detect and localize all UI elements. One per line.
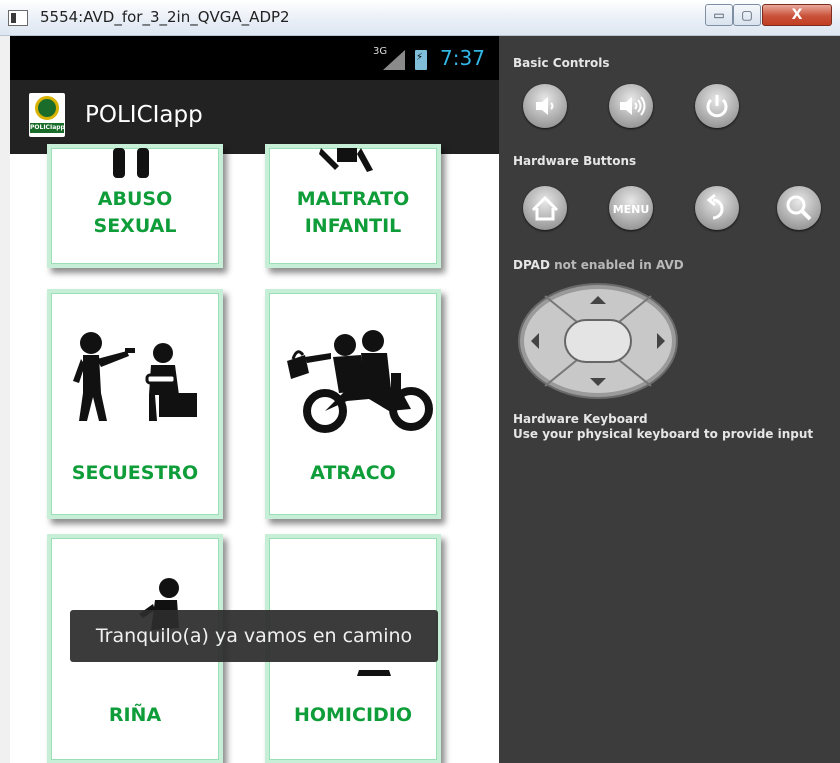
police-seal-icon <box>35 96 59 120</box>
home-icon <box>531 195 559 221</box>
window-title: 5554:AVD_for_3_2in_QVGA_ADP2 <box>40 8 290 26</box>
incident-grid: ABUSO SEXUAL MALTRATO INFANTIL SECUESTRO… <box>10 144 499 763</box>
basic-controls-title: Basic Controls <box>513 56 610 70</box>
power-icon <box>706 95 728 118</box>
power-button[interactable] <box>695 84 739 128</box>
volume-up-icon <box>620 96 646 116</box>
tile-label: ATRACO <box>310 462 396 484</box>
emulator-controls-panel: Basic Controls Hardware Buttons MENU DPA… <box>499 36 840 763</box>
menu-button[interactable]: MENU <box>609 186 653 230</box>
volume-up-button[interactable] <box>609 84 653 128</box>
logo-wordmark: POLICIapp <box>30 123 65 133</box>
keyboard-title: Hardware Keyboard <box>513 412 648 426</box>
window-titlebar: 5554:AVD_for_3_2in_QVGA_ADP2 ▭ ▢ X <box>0 0 840 36</box>
robbery-motorcycle-pictogram-icon <box>287 330 433 433</box>
tile-maltrato-infantil[interactable]: MALTRATO INFANTIL <box>265 144 441 268</box>
volume-down-button[interactable] <box>523 84 567 128</box>
tile-label: RIÑA <box>108 704 162 726</box>
tile-label: SECUESTRO <box>71 462 199 484</box>
back-button[interactable] <box>695 186 739 230</box>
battery-charging-icon <box>415 50 427 70</box>
window-left-border <box>0 36 10 763</box>
dpad-label: DPAD <box>513 258 550 272</box>
tile-label: ABUSO SEXUAL <box>93 188 177 237</box>
volume-down-icon <box>536 97 554 115</box>
device-screen[interactable]: 3G 7:37 POLICIapp POLICIapp ABUSO SEXUAL <box>10 36 499 763</box>
tile-label: MALTRATO INFANTIL <box>296 188 410 237</box>
minimize-button[interactable]: ▭ <box>705 4 733 26</box>
close-button[interactable]: X <box>762 4 832 26</box>
dpad-title: DPAD not enabled in AVD <box>513 258 684 272</box>
emulator-window: 5554:AVD_for_3_2in_QVGA_ADP2 ▭ ▢ X 3G 7:… <box>0 0 840 763</box>
hardware-keyboard-info: Hardware Keyboard Use your physical keyb… <box>513 412 813 442</box>
back-icon <box>706 193 724 220</box>
action-bar: POLICIapp POLICIapp <box>10 80 499 154</box>
app-title: POLICIapp <box>85 102 203 128</box>
status-bar: 3G 7:37 <box>10 36 499 80</box>
maximize-button[interactable]: ▢ <box>733 4 761 26</box>
tile-abuso-sexual[interactable]: ABUSO SEXUAL <box>47 144 223 268</box>
svg-text:MENU: MENU <box>613 203 650 216</box>
emulator-app-icon <box>8 10 28 26</box>
app-logo: POLICIapp <box>29 93 65 137</box>
dpad-center-button <box>564 319 632 363</box>
status-clock: 7:37 <box>440 46 485 70</box>
dpad-control <box>518 283 678 399</box>
kidnapping-pictogram-icon <box>73 332 197 421</box>
dpad-note: not enabled in AVD <box>554 258 684 272</box>
keyboard-note: Use your physical keyboard to provide in… <box>513 427 814 441</box>
search-icon <box>786 195 812 221</box>
toast-message: Tranquilo(a) ya vamos en camino <box>70 610 438 662</box>
menu-label-icon: MENU <box>613 203 650 216</box>
home-button[interactable] <box>523 186 567 230</box>
tile-secuestro[interactable]: SECUESTRO <box>47 289 223 519</box>
hardware-buttons-title: Hardware Buttons <box>513 154 637 168</box>
signal-icon <box>383 50 405 70</box>
search-button[interactable] <box>777 186 821 230</box>
tile-label: HOMICIDIO <box>293 704 413 726</box>
tile-atraco[interactable]: ATRACO <box>265 289 441 519</box>
